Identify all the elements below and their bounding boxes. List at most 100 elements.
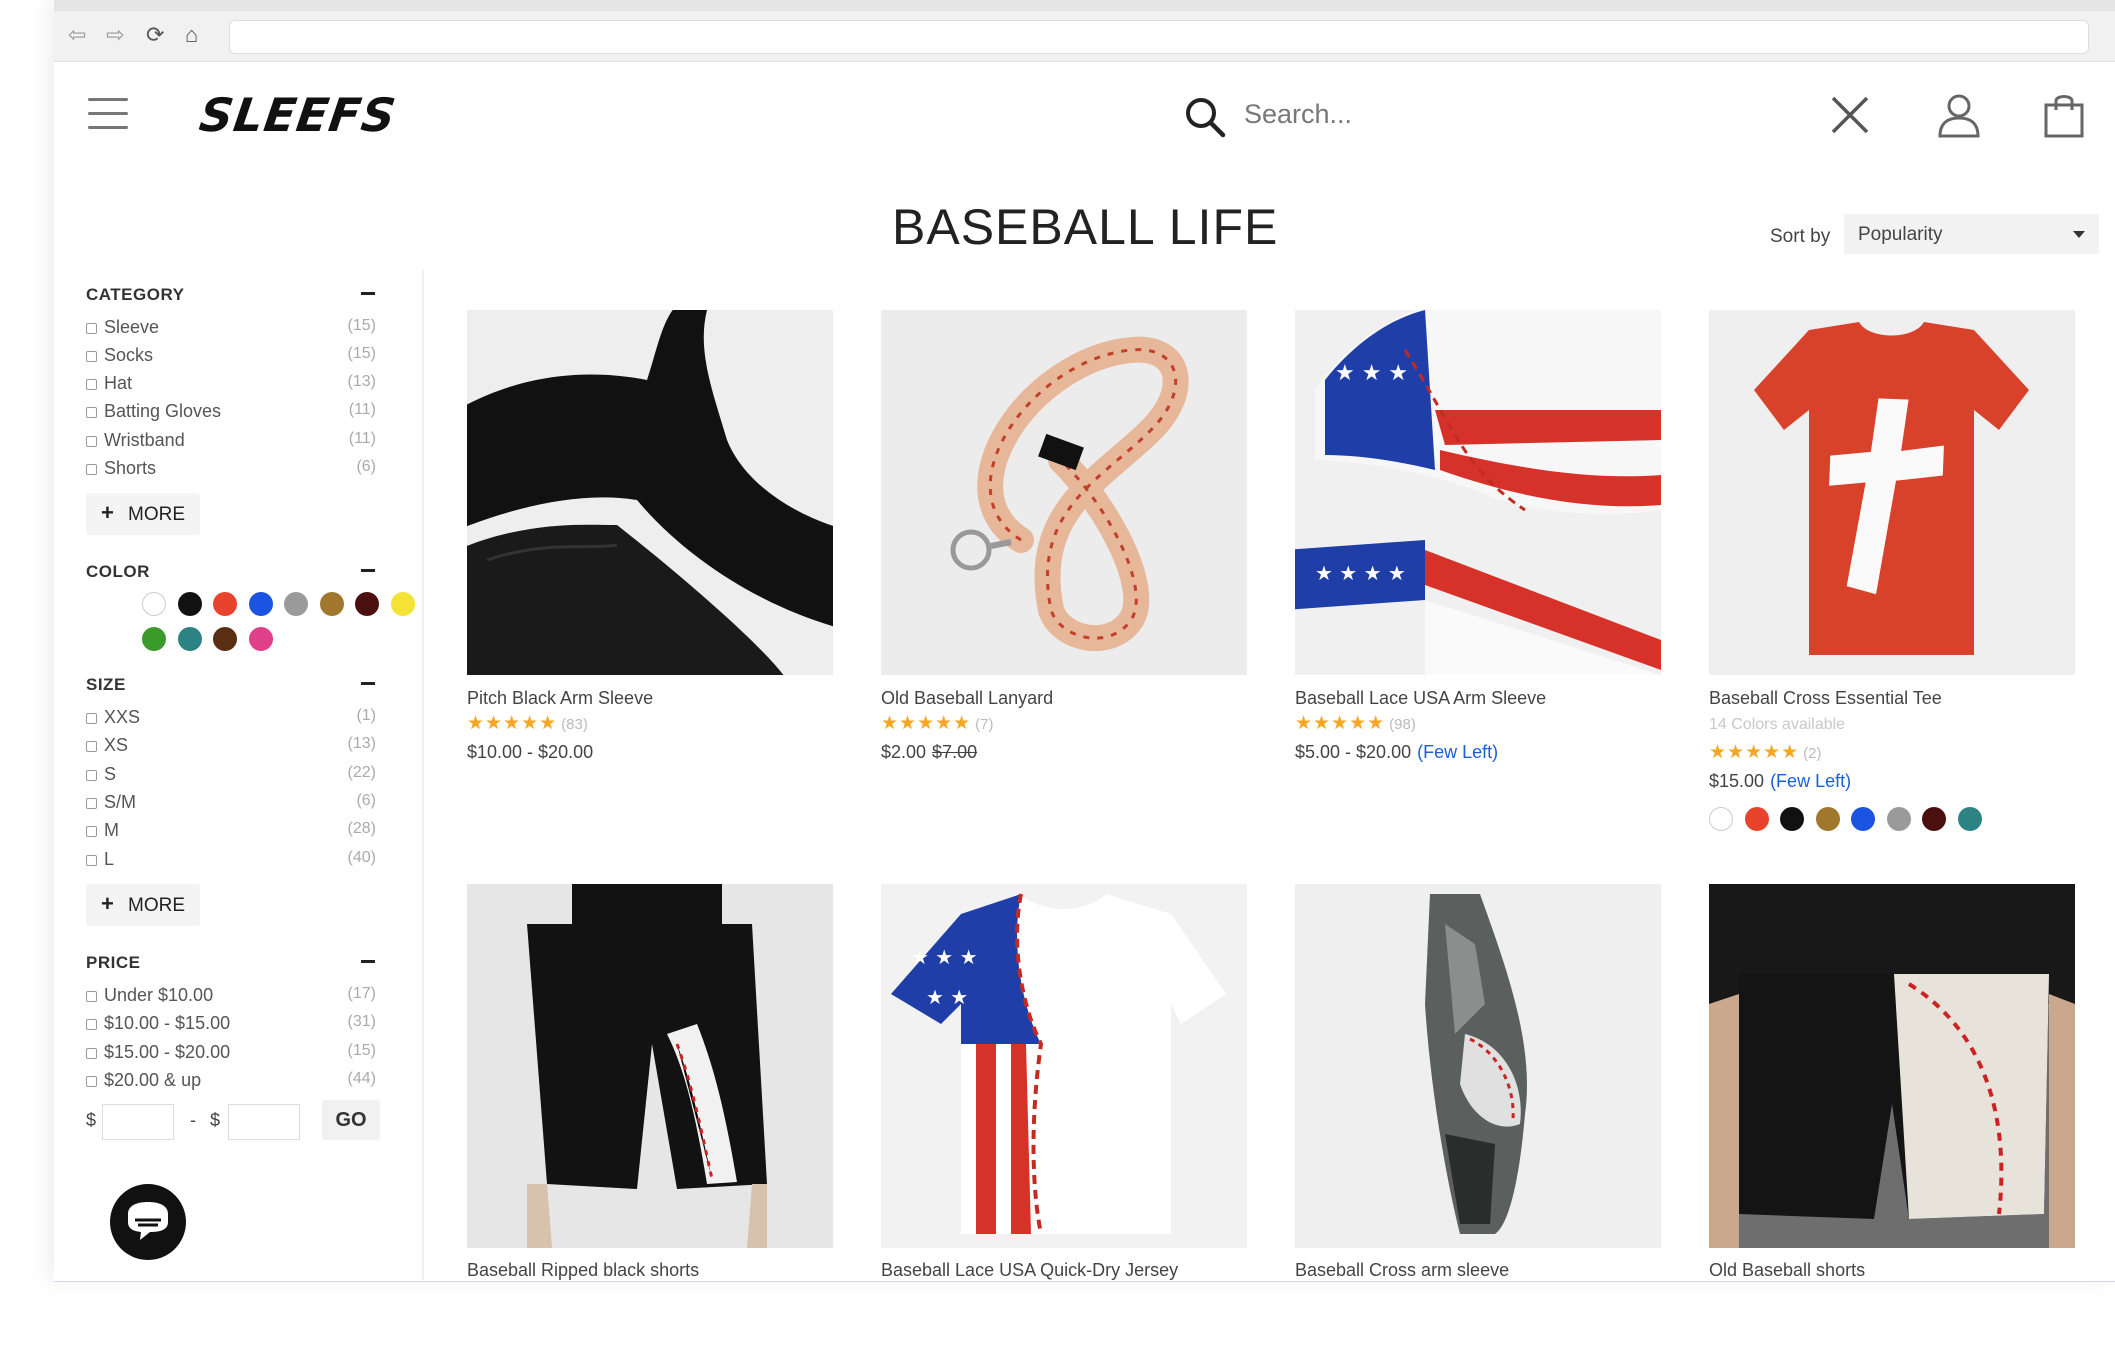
sort-dropdown[interactable]: Popularity (1844, 214, 2099, 254)
product-image-cross-arm-sleeve[interactable] (1295, 884, 1661, 1248)
product-color-dot[interactable] (1957, 807, 1982, 831)
checkbox[interactable] (86, 436, 97, 447)
price-option[interactable]: $20.00 & up (44) (86, 1070, 376, 1094)
checkbox[interactable] (86, 826, 97, 837)
shopping-bag-icon[interactable] (2043, 92, 2085, 138)
product-color-dot[interactable] (1886, 807, 1911, 831)
collapse-color-icon[interactable] (361, 569, 375, 572)
search-icon[interactable] (1182, 94, 1228, 140)
home-icon[interactable]: ⌂ (185, 22, 198, 48)
menu-icon[interactable] (88, 98, 128, 130)
checkbox[interactable] (86, 1076, 97, 1087)
max-price-input[interactable] (228, 1104, 300, 1140)
option-count: (15) (347, 1042, 376, 1059)
checkbox[interactable] (86, 770, 97, 781)
color-swatch[interactable] (213, 627, 237, 651)
checkbox[interactable] (86, 464, 97, 475)
collapse-price-icon[interactable] (361, 960, 375, 963)
back-arrow-icon[interactable]: ⇦ (68, 22, 86, 48)
color-swatch[interactable] (213, 592, 237, 616)
plus-icon: + (101, 891, 114, 916)
color-swatch[interactable] (142, 592, 166, 616)
category-more-button[interactable]: + MORE (86, 493, 200, 535)
product-name[interactable]: Baseball Cross Essential Tee (1709, 688, 1942, 709)
product-image-cross-tee[interactable] (1709, 310, 2075, 675)
checkbox[interactable] (86, 379, 97, 390)
size-option[interactable]: S/M (6) (86, 792, 376, 816)
checkbox[interactable] (86, 323, 97, 334)
product-name[interactable]: Baseball Ripped black shorts (467, 1260, 699, 1281)
reload-icon[interactable]: ⟳ (146, 22, 164, 48)
checkbox[interactable] (86, 713, 97, 724)
size-option[interactable]: XS (13) (86, 735, 376, 759)
category-option[interactable]: Socks (15) (86, 345, 376, 369)
color-swatch[interactable] (248, 592, 273, 616)
category-option[interactable]: Hat (13) (86, 373, 376, 397)
search-input[interactable] (1244, 92, 1764, 136)
product-name[interactable]: Baseball Lace USA Arm Sleeve (1295, 688, 1546, 709)
product-image-usa-jersey[interactable]: ★ ★ ★ ★ ★ (881, 884, 1247, 1248)
price-value: $15.00 (1709, 771, 1765, 791)
more-label: MORE (128, 504, 185, 525)
color-swatch[interactable] (390, 592, 415, 616)
size-option[interactable]: M (28) (86, 820, 376, 844)
product-image-ripped-shorts[interactable] (467, 884, 833, 1248)
checkbox[interactable] (86, 741, 97, 752)
product-color-dot[interactable] (1744, 807, 1769, 831)
price-option[interactable]: Under $10.00 (17) (86, 985, 376, 1009)
product-color-dot[interactable] (1851, 807, 1875, 831)
color-swatch[interactable] (177, 592, 202, 616)
collapse-category-icon[interactable] (361, 292, 375, 295)
checkbox[interactable] (86, 991, 97, 1002)
checkbox[interactable] (86, 1048, 97, 1059)
product-color-dot[interactable] (1780, 807, 1804, 831)
close-icon[interactable] (1829, 94, 1871, 136)
product-color-dot[interactable] (1922, 807, 1946, 831)
product-image-usa-arm-sleeve[interactable]: ★ ★ ★ ★ ★ ★ ★ (1295, 310, 1661, 675)
color-swatch[interactable] (284, 592, 308, 616)
size-more-button[interactable]: + MORE (86, 884, 200, 926)
price-option[interactable]: $15.00 - $20.00 (15) (86, 1042, 376, 1066)
product-image-old-baseball-shorts[interactable] (1709, 884, 2075, 1248)
size-option[interactable]: XXS (1) (86, 707, 376, 731)
color-swatch[interactable] (142, 627, 166, 651)
category-option[interactable]: Sleeve (15) (86, 317, 376, 341)
checkbox[interactable] (86, 407, 97, 418)
collapse-size-icon[interactable] (361, 682, 375, 685)
price-option[interactable]: $10.00 - $15.00 (31) (86, 1013, 376, 1037)
size-option[interactable]: S (22) (86, 764, 376, 788)
product-name[interactable]: Old Baseball Lanyard (881, 688, 1053, 709)
min-price-input[interactable] (102, 1104, 174, 1140)
checkbox[interactable] (86, 798, 97, 809)
product-image-arm-sleeve[interactable] (467, 310, 833, 675)
price-go-button[interactable]: GO (322, 1100, 380, 1140)
color-swatch[interactable] (177, 627, 202, 651)
option-label: L (104, 849, 115, 869)
address-bar[interactable] (229, 20, 2089, 54)
category-option[interactable]: Batting Gloves (11) (86, 401, 376, 425)
checkbox[interactable] (86, 855, 97, 866)
review-count: (83) (561, 716, 588, 733)
product-name[interactable]: Old Baseball shorts (1709, 1260, 1865, 1281)
product-name[interactable]: Pitch Black Arm Sleeve (467, 688, 653, 709)
color-swatch[interactable] (355, 592, 379, 616)
option-count: (13) (347, 735, 376, 752)
product-color-dot[interactable] (1709, 807, 1733, 831)
checkbox[interactable] (86, 351, 97, 362)
size-option[interactable]: L (40) (86, 849, 376, 873)
color-swatch[interactable] (248, 627, 273, 651)
category-option[interactable]: Shorts (6) (86, 458, 376, 482)
site-logo[interactable]: SLEEFS (196, 88, 399, 142)
option-count: (15) (347, 317, 376, 334)
chat-button[interactable] (110, 1184, 186, 1260)
category-option[interactable]: Wristband (11) (86, 430, 376, 454)
color-swatch[interactable] (319, 592, 344, 616)
checkbox[interactable] (86, 1019, 97, 1030)
product-color-dot[interactable] (1815, 807, 1840, 831)
product-image-lanyard[interactable] (881, 310, 1247, 675)
forward-arrow-icon[interactable]: ⇨ (106, 22, 124, 48)
caret-down-icon (2073, 231, 2085, 238)
account-icon[interactable] (1937, 92, 1981, 138)
product-name[interactable]: Baseball Cross arm sleeve (1295, 1260, 1509, 1281)
product-name[interactable]: Baseball Lace USA Quick-Dry Jersey (881, 1260, 1178, 1281)
